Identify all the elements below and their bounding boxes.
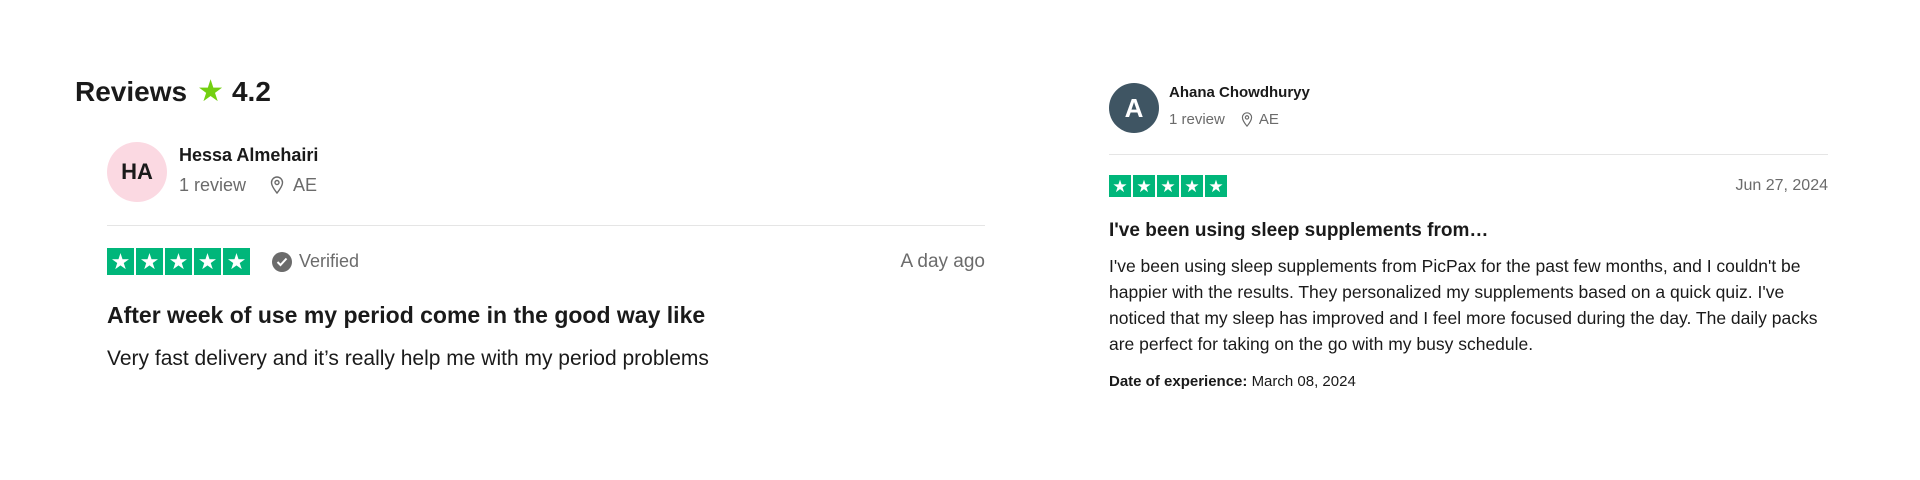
reviews-title: Reviews (75, 76, 188, 107)
review-title[interactable]: I've been using sleep supplements from… (1109, 220, 1828, 242)
star-icon: ★ (197, 75, 224, 108)
verified-badge[interactable]: Verified (272, 251, 359, 272)
overall-rating: 4.2 (231, 76, 271, 107)
star-icon: ★ (194, 248, 221, 275)
star-icon: ★ (1109, 175, 1131, 197)
star-icon: ★ (1157, 175, 1179, 197)
rating-row: ★ ★ ★ ★ ★ Jun 27, 2024 (1109, 175, 1828, 197)
reviewer-country: AE (293, 174, 318, 195)
star-icon: ★ (223, 248, 250, 275)
reviewer-name[interactable]: Ahana Chowdhuryy (1169, 84, 1310, 101)
star-icon: ★ (107, 248, 134, 275)
location-pin-icon (270, 176, 284, 194)
review-body: I've been using sleep supplements from P… (1109, 256, 1818, 354)
reviewer-meta: 1 review AE (179, 175, 318, 196)
star-rating: ★ ★ ★ ★ ★ (1109, 175, 1227, 197)
avatar[interactable]: A (1109, 83, 1159, 133)
divider (1109, 154, 1828, 155)
avatar[interactable]: HA (107, 142, 167, 202)
reviewer-info: Ahana Chowdhuryy 1 review AE (1169, 84, 1310, 128)
reviewer-row: A Ahana Chowdhuryy 1 review AE (1109, 83, 1828, 133)
star-icon: ★ (165, 248, 192, 275)
star-icon: ★ (136, 248, 163, 275)
reviewer-name[interactable]: Hessa Almehairi (179, 145, 318, 166)
date-of-experience: Date of experience: March 08, 2024 (1109, 373, 1828, 390)
review-count: 1 review (179, 174, 247, 195)
rating-row: ★ ★ ★ ★ ★ Verified A day ago (107, 248, 985, 275)
star-rating: ★ ★ ★ ★ ★ (107, 248, 250, 275)
reviewer-meta: 1 review AE (1169, 111, 1310, 128)
star-icon: ★ (1205, 175, 1227, 197)
rating-group: ★ ★ ★ ★ ★ Verified (107, 248, 359, 275)
reviewer-row: HA Hessa Almehairi 1 review AE (107, 142, 985, 202)
experience-date: March 08, 2024 (1251, 373, 1356, 390)
star-icon: ★ (1181, 175, 1203, 197)
star-icon: ★ (1133, 175, 1155, 197)
divider (107, 225, 985, 226)
verified-label: Verified (299, 251, 360, 271)
review-card: HA Hessa Almehairi 1 review AE ★ ★ ★ ★ ★ (107, 142, 985, 371)
location-pin-icon (1241, 111, 1253, 127)
review-body: Very fast delivery and it’s really help … (107, 347, 709, 370)
check-circle-icon (272, 251, 292, 272)
reviewer-info: Hessa Almehairi 1 review AE (179, 145, 318, 196)
reviews-header: Reviews ★ 4.2 (75, 74, 271, 110)
review-title[interactable]: After week of use my period come in the … (107, 302, 985, 329)
review-date: Jun 27, 2024 (1735, 177, 1828, 194)
review-card: A Ahana Chowdhuryy 1 review AE ★ ★ ★ ★ ★… (1109, 83, 1828, 390)
experience-label: Date of experience: (1109, 373, 1248, 390)
review-date: A day ago (900, 250, 985, 272)
review-count: 1 review (1169, 110, 1225, 128)
reviewer-country: AE (1258, 110, 1279, 128)
